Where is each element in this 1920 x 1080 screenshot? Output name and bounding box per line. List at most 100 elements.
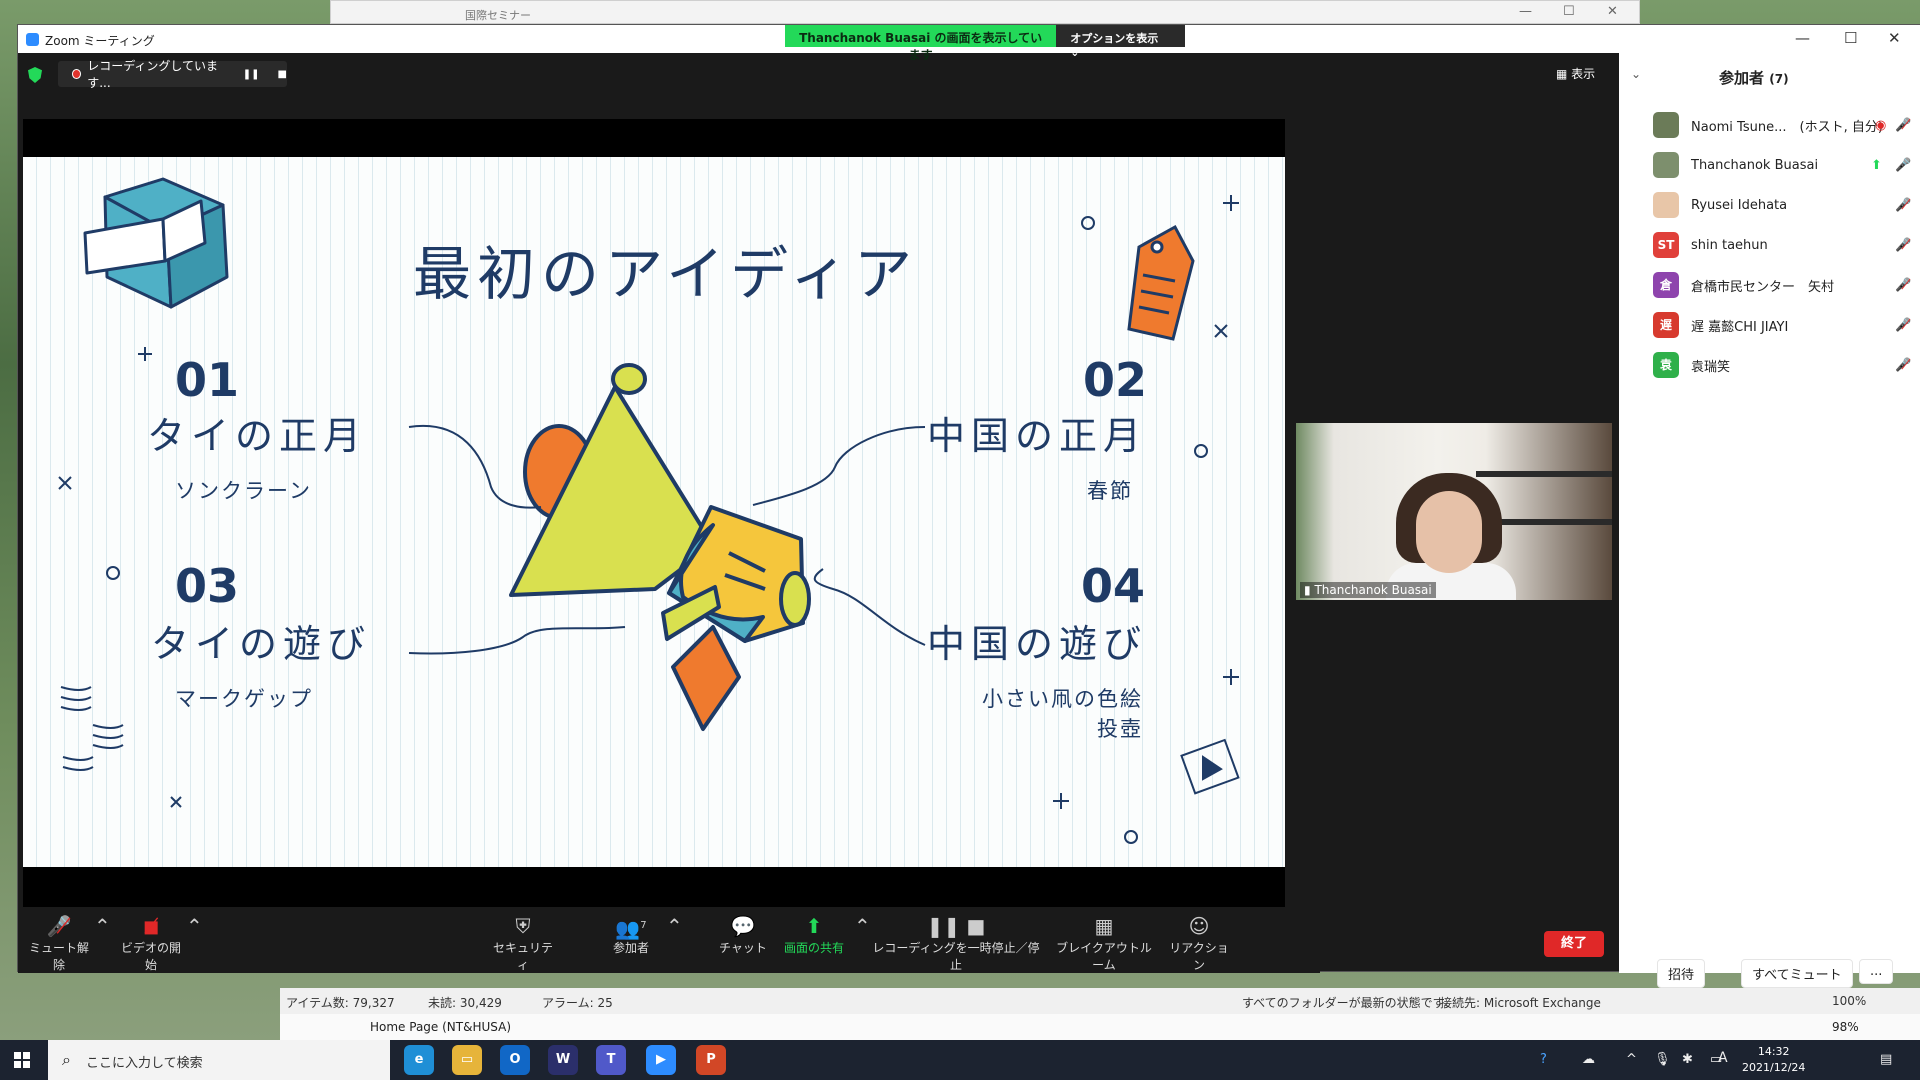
- zoom-window: Zoom ミーティング Thanchanok Buasai の画面を表示していま…: [17, 24, 1920, 988]
- item-subtext: 春節: [1087, 479, 1133, 503]
- presentation-slide: 最初のアイディア 01 タイの正月 ソンクラーン 02 中国の正月 春節 03 …: [23, 157, 1285, 867]
- participant-face: [1416, 491, 1482, 573]
- participant-row[interactable]: 遅 遅 嘉懿CHI JIAYI 🎤̸: [1619, 305, 1920, 345]
- stop-recording-icon[interactable]: ■: [278, 69, 287, 80]
- start-video-button[interactable]: ◼̸ ビデオの開始: [116, 913, 186, 973]
- grid-icon: ▦: [1094, 914, 1114, 938]
- participant-row[interactable]: Ryusei Idehata 🎤̸: [1619, 185, 1920, 225]
- participant-name: 袁瑞笑: [1691, 359, 1731, 375]
- mute-all-button[interactable]: すべてミュート: [1741, 959, 1853, 988]
- avatar: [1653, 112, 1679, 138]
- avatar: [1653, 152, 1679, 178]
- chevron-up-icon[interactable]: ^: [1626, 1052, 1637, 1067]
- box-illustration: [83, 177, 229, 309]
- encryption-shield-icon[interactable]: [28, 67, 42, 83]
- video-tile[interactable]: ▮ Thanchanok Buasai: [1296, 423, 1612, 600]
- price-tag-illustration: [1127, 224, 1195, 341]
- item-number: 04: [1081, 559, 1146, 613]
- participants-button[interactable]: 👥7 参加者: [596, 913, 666, 956]
- share-options-caret[interactable]: ⌃: [854, 913, 871, 939]
- view-options-button[interactable]: オプションを表示 ⌄: [1056, 25, 1185, 59]
- avatar: ST: [1653, 232, 1679, 258]
- muted-mic-icon[interactable]: 🎤̸: [1895, 118, 1911, 133]
- pause-recording-icon[interactable]: ❚❚: [243, 69, 260, 80]
- participant-row[interactable]: 倉 倉橋市民センター 矢村 🎤̸: [1619, 265, 1920, 305]
- recording-controls-button[interactable]: ❚❚ ■ レコーディングを一時停止／停止: [870, 913, 1042, 973]
- teams-icon[interactable]: T: [596, 1045, 626, 1075]
- ime-indicator[interactable]: A: [1718, 1050, 1728, 1066]
- participant-row[interactable]: 袁 袁瑞笑 🎤̸: [1619, 345, 1920, 385]
- connection-status: 接続先: Microsoft Exchange: [1440, 996, 1601, 1010]
- minimize-icon[interactable]: —: [1519, 4, 1532, 19]
- participants-title: 参加者 (7): [1719, 69, 1789, 87]
- chat-button[interactable]: 💬 チャット: [708, 913, 778, 956]
- item-number: 03: [175, 559, 240, 613]
- participant-name: shin taehun: [1691, 237, 1768, 253]
- minimize-icon[interactable]: —: [1795, 29, 1810, 47]
- people-icon: 👥7: [615, 916, 647, 941]
- zoom-level: 100%: [1832, 994, 1867, 1008]
- more-options-button[interactable]: ...: [1859, 959, 1894, 984]
- share-screen-button[interactable]: ⬆ 画面の共有: [774, 913, 854, 956]
- participant-name: Thanchanok Buasai: [1691, 157, 1819, 173]
- close-icon[interactable]: ✕: [1607, 4, 1618, 19]
- end-meeting-button[interactable]: 終了: [1544, 931, 1604, 957]
- powerpoint-icon[interactable]: P: [696, 1045, 726, 1075]
- zoom-logo-icon: [26, 33, 39, 46]
- avatar: 倉: [1653, 272, 1679, 298]
- help-icon[interactable]: ?: [1540, 1052, 1547, 1067]
- muted-mic-icon[interactable]: 🎤̸: [1895, 278, 1911, 293]
- bluetooth-icon[interactable]: ✱: [1682, 1052, 1693, 1067]
- unmute-button[interactable]: 🎤̸ ミュート解除: [24, 913, 94, 973]
- participant-name: 倉橋市民センター 矢村: [1691, 279, 1835, 295]
- item-count: アイテム数: 79,327: [286, 996, 395, 1010]
- notifications-icon[interactable]: ▤: [1880, 1052, 1892, 1067]
- item-subtext: ソンクラーン: [175, 479, 312, 503]
- muted-mic-icon[interactable]: 🎤̸: [1895, 238, 1911, 253]
- muted-mic-icon[interactable]: 🎤̸: [1895, 198, 1911, 213]
- outlook-status-bar: アイテム数: 79,327 未読: 30,429 アラーム: 25 すべてのフォ…: [280, 988, 1920, 1040]
- item-subtext: 投壺: [1097, 717, 1143, 741]
- chevron-down-icon[interactable]: ⌄: [1631, 67, 1641, 81]
- participants-caret[interactable]: ⌃: [666, 913, 683, 939]
- shield-icon: ⛨: [515, 914, 531, 938]
- webex-icon[interactable]: W: [548, 1045, 578, 1075]
- taskbar-clock[interactable]: 14:32 2021/12/24: [1742, 1044, 1805, 1076]
- mic-icon[interactable]: 🎤: [1895, 158, 1911, 173]
- outlook-icon[interactable]: O: [500, 1045, 530, 1075]
- muted-mic-icon[interactable]: 🎤̸: [1895, 318, 1911, 333]
- smiley-icon: ☺: [1188, 914, 1210, 938]
- close-icon[interactable]: ✕: [1888, 29, 1901, 47]
- breakout-rooms-button[interactable]: ▦ ブレイクアウトルーム: [1052, 913, 1156, 973]
- reactions-button[interactable]: ☺ リアクション: [1166, 913, 1232, 973]
- muted-mic-icon[interactable]: 🎤̸: [1895, 358, 1911, 373]
- participants-header: ⌄ 参加者 (7): [1619, 53, 1920, 97]
- onedrive-icon[interactable]: ☁: [1582, 1052, 1595, 1067]
- audio-options-caret[interactable]: ⌃: [94, 913, 111, 939]
- folder-name[interactable]: Home Page (NT&HUSA): [370, 1020, 511, 1034]
- edge-icon[interactable]: e: [404, 1045, 434, 1075]
- mic-tray-icon[interactable]: 🎙: [1654, 1052, 1671, 1067]
- file-explorer-icon[interactable]: ▭: [452, 1045, 482, 1075]
- participant-row[interactable]: Naomi Tsune... (ホスト, 自分) ◉ 🎤̸: [1619, 105, 1920, 145]
- security-button[interactable]: ⛨ セキュリティ: [488, 913, 558, 973]
- shelf: [1476, 471, 1612, 477]
- sharing-icon: ⬆: [1871, 157, 1882, 173]
- item-heading: 中国の遊び: [927, 622, 1148, 666]
- invite-button[interactable]: 招待: [1657, 959, 1706, 988]
- maximize-icon[interactable]: ☐: [1563, 4, 1575, 19]
- recording-dot-icon: ◉: [1875, 117, 1887, 133]
- recording-dot-icon: [72, 69, 82, 79]
- windows-start-icon[interactable]: [14, 1052, 30, 1068]
- view-layout-button[interactable]: ▦ 表示: [1556, 65, 1595, 82]
- participant-row[interactable]: Thanchanok Buasai ⬆ 🎤: [1619, 145, 1920, 185]
- participant-row[interactable]: ST shin taehun 🎤̸: [1619, 225, 1920, 265]
- item-heading: タイの遊び: [151, 622, 372, 666]
- maximize-icon[interactable]: ☐: [1844, 29, 1857, 47]
- video-options-caret[interactable]: ⌃: [186, 913, 203, 939]
- zoom-titlebar: Zoom ミーティング Thanchanok Buasai の画面を表示していま…: [18, 25, 1920, 62]
- meeting-toolbar: 🎤̸ ミュート解除 ⌃ ◼̸ ビデオの開始 ⌃ ⛨ セキュリティ 👥7 参加者 ⌃ 💬 チ…: [18, 907, 1320, 973]
- zoom-app-icon[interactable]: ▶: [646, 1045, 676, 1075]
- unread-count: 未読: 30,429: [428, 996, 502, 1010]
- taskbar-search-box[interactable]: ⌕ ここに入力して検索: [48, 1040, 390, 1080]
